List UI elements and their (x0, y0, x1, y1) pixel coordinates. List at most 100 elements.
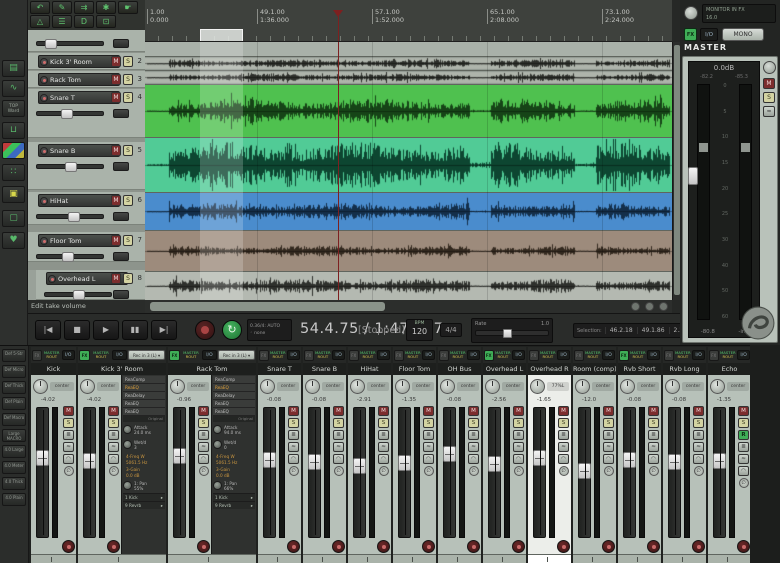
pan-knob[interactable] (620, 379, 635, 394)
pan-knob[interactable] (305, 379, 320, 394)
strip-route-indicator[interactable]: MASTER ROUT (495, 351, 512, 360)
channel-fader[interactable] (263, 407, 276, 538)
strip-solo-button[interactable]: S (108, 418, 119, 428)
mute-button[interactable]: M (111, 145, 121, 156)
metronome-icon[interactable]: △ (30, 15, 50, 28)
master-fx-button[interactable]: FX (684, 28, 697, 41)
mute-button[interactable]: M (111, 273, 121, 284)
record-arm-icon[interactable] (48, 275, 56, 283)
pan-knob[interactable] (665, 379, 680, 394)
track-io-button[interactable] (113, 290, 129, 299)
channel-fader-cap[interactable] (578, 463, 591, 479)
strip-record-arm[interactable] (332, 540, 345, 553)
strip-width-button[interactable]: ◠ (63, 454, 74, 464)
envelope-icon[interactable]: ∿ (2, 80, 25, 97)
strip-tab[interactable] (168, 554, 256, 563)
fx-param-knob[interactable]: Wet/d0 (213, 437, 255, 452)
strip-fx-slot-button[interactable]: ≣ (63, 430, 74, 440)
zoom-button[interactable] (659, 302, 668, 311)
strip-record-arm[interactable] (287, 540, 300, 553)
track-name[interactable]: Kick 3' Room (38, 55, 120, 68)
strip-fx-button[interactable]: FX (259, 350, 269, 361)
strip-fx-slot-button[interactable]: ≣ (288, 430, 299, 440)
mixer-layout-button[interactable]: Def Thick (2, 381, 26, 394)
record-arm-icon[interactable] (40, 147, 48, 155)
fx-insert[interactable]: ReaEQ (123, 400, 165, 408)
strip-fx-button[interactable]: FX (574, 350, 584, 361)
strip-io-button[interactable]: I/O (737, 350, 750, 360)
strip-width-button[interactable]: ◠ (603, 454, 614, 464)
strip-record-arm[interactable] (62, 540, 75, 553)
monitor-icon[interactable]: ▢ (2, 210, 25, 227)
track-io-button[interactable] (113, 39, 129, 48)
strip-fx-slot-button[interactable]: ≣ (333, 430, 344, 440)
strip-fx-button[interactable]: FX (664, 350, 674, 361)
strip-solo-button[interactable]: S (198, 418, 209, 428)
strip-name[interactable]: Echo (708, 363, 751, 375)
mixer-view-icon[interactable]: ▤ (2, 60, 25, 77)
volume-fader[interactable] (36, 111, 104, 116)
channel-fader-cap[interactable] (533, 450, 546, 466)
phase-button[interactable]: ∅ (604, 466, 614, 476)
phase-button[interactable]: ∅ (289, 466, 299, 476)
solo-button[interactable]: S (123, 273, 133, 284)
mixer-strip[interactable]: FX MASTER ROUT I/O Floor Tom center -1.3… (393, 347, 436, 563)
solo-button[interactable]: S (123, 195, 133, 206)
channel-fader[interactable] (36, 407, 49, 538)
strip-name[interactable]: Floor Tom (393, 363, 436, 375)
strip-fx-slot-button[interactable]: ≣ (423, 430, 434, 440)
phase-button[interactable]: ∅ (64, 466, 74, 476)
channel-fader[interactable] (443, 407, 456, 538)
rate-slider[interactable] (475, 330, 549, 336)
glue-items-icon[interactable]: ✱ (96, 1, 116, 14)
strip-io-button[interactable]: I/O (692, 350, 705, 360)
channel-fader-cap[interactable] (713, 453, 726, 469)
horizontal-scrollbar-handle[interactable] (150, 302, 385, 311)
strip-tab[interactable] (528, 554, 571, 563)
phase-button[interactable]: ∅ (514, 466, 524, 476)
strip-record-arm[interactable] (512, 540, 525, 553)
strip-mute-button[interactable]: M (693, 406, 704, 416)
mixer-layout-button[interactable]: Def Plain (2, 397, 26, 410)
routing-dots-icon[interactable]: ∷ (2, 164, 25, 181)
volume-fader-handle[interactable] (73, 290, 85, 300)
strip-mute-button[interactable]: M (333, 406, 344, 416)
mixer-strip[interactable]: FX MASTER ROUT I/O Overhead L center -2.… (483, 347, 526, 563)
ripple-edit-icon[interactable]: ⇉ (74, 1, 94, 14)
record-input-display[interactable]: Rec in 3 (L) ▾ (218, 350, 255, 360)
strip-solo-button[interactable]: S (648, 418, 659, 428)
strip-fx-button[interactable]: FX (349, 350, 359, 361)
strip-name[interactable]: Rvb Long (663, 363, 706, 375)
mixer-strip[interactable]: FX MASTER ROUT I/O Rvb Long center -0.08 (663, 347, 706, 563)
mixer-strip[interactable]: FX MASTER ROUT I/O Rec in 3 (L) ▾ Rack T… (168, 347, 256, 563)
lock-icon[interactable]: ⊡ (96, 15, 116, 28)
strip-fx-slot-button[interactable]: ≣ (648, 430, 659, 440)
mixer-layout-button[interactable]: 4.0 Thick (2, 477, 26, 490)
zoom-button[interactable] (645, 302, 654, 311)
horizontal-scrollbar[interactable] (145, 300, 672, 313)
strip-record-arm[interactable] (377, 540, 390, 553)
master-fader[interactable] (688, 167, 698, 185)
arrange-view[interactable] (145, 42, 672, 300)
send-slot[interactable]: 1 Kick▸ (213, 493, 255, 501)
strip-name[interactable]: Rack Tom (168, 363, 256, 375)
send-pan-knob[interactable]: 1: Pan55% (123, 478, 165, 493)
fx-insert[interactable]: ReaEQ (213, 400, 255, 408)
fx-insert[interactable]: ReaDelay (213, 392, 255, 400)
strip-io-button[interactable]: I/O (512, 350, 525, 360)
strip-io-button[interactable]: I/O (422, 350, 435, 360)
strip-route-indicator[interactable]: MASTER ROUT (181, 351, 201, 360)
strip-name[interactable]: Overhead L (483, 363, 526, 375)
mixer-strip[interactable]: FX MASTER ROUT I/O Snare B center -0.08 (303, 347, 346, 563)
channel-fader-cap[interactable] (173, 448, 186, 464)
master-mute-button[interactable]: M (763, 78, 775, 89)
send-pan-knob[interactable]: 1: Pan66% (213, 478, 255, 493)
strip-io-button[interactable]: I/O (557, 350, 570, 360)
phase-button[interactable]: ∅ (739, 478, 749, 488)
track-name[interactable]: Rack Tom (38, 73, 120, 86)
palette-icon[interactable] (2, 142, 25, 159)
heart-icon[interactable]: ♥ (2, 232, 25, 249)
volume-fader-handle[interactable] (61, 109, 73, 119)
channel-fader[interactable] (398, 407, 411, 538)
mute-button[interactable]: M (111, 56, 121, 67)
